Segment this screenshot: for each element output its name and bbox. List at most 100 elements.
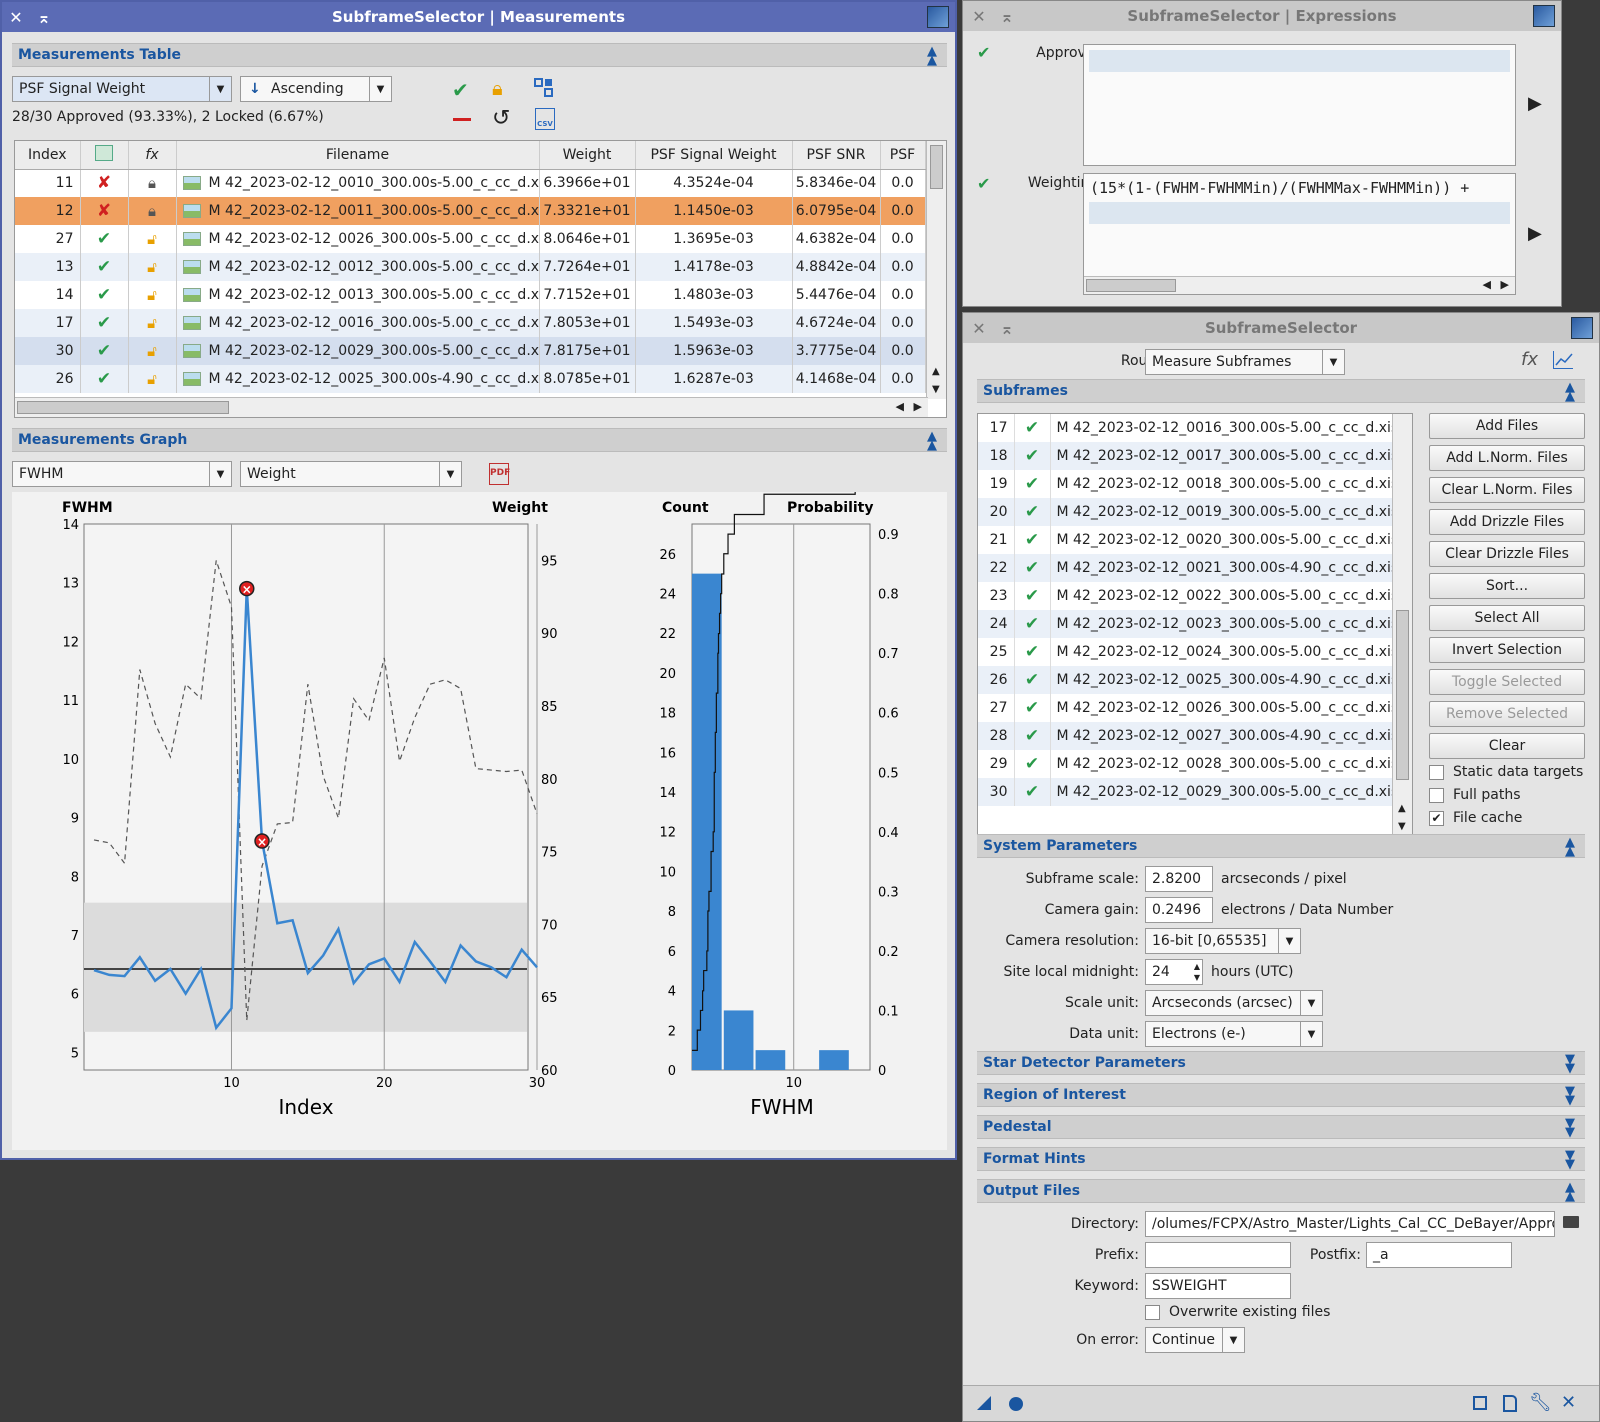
enabled-check-icon[interactable]: ✔ <box>1014 414 1051 442</box>
approved-icon[interactable]: ✔ <box>80 337 129 365</box>
collapse-icon[interactable]: ▲ ▲ <box>1565 1181 1575 1203</box>
on-error-combo[interactable]: Continue ▼ <box>1145 1327 1245 1353</box>
unlock-icon[interactable]: 🔓︎ <box>128 309 177 337</box>
list-item[interactable]: 19 ✔ M 42_2023-02-12_0018_300.00s-5.00_c_c… <box>978 470 1403 498</box>
rejected-icon[interactable]: ✘ <box>80 169 129 197</box>
routine-combo[interactable]: Measure Subframes ▼ <box>1145 349 1345 375</box>
close-icon[interactable]: ✕ <box>969 6 989 26</box>
collapse-icon[interactable]: ▲ ▲ <box>927 45 937 67</box>
table-row[interactable]: 14 ✔ 🔓︎ M 42_2023-02-12_0013_300.00s-5.00_c… <box>15 281 926 309</box>
approved-icon[interactable]: ✔ <box>80 253 129 281</box>
reject-icon[interactable] <box>453 118 471 121</box>
col-psf-snr[interactable]: PSF SNR <box>792 141 881 170</box>
collapse-icon[interactable]: ▲ ▲ <box>1565 836 1575 858</box>
enabled-check-icon[interactable]: ✔ <box>1014 526 1051 554</box>
full-paths-checkbox[interactable] <box>1429 788 1444 803</box>
list-item[interactable]: 28 ✔ M 42_2023-02-12_0027_300.00s-4.90_c_c… <box>978 722 1403 750</box>
clear-lnorm-files-button[interactable]: Clear L.Norm. Files <box>1429 477 1585 503</box>
list-item[interactable]: 21 ✔ M 42_2023-02-12_0020_300.00s-5.00_c_c… <box>978 526 1403 554</box>
weighting-enabled-icon[interactable]: ✔ <box>977 174 990 193</box>
close-icon[interactable]: ✕ <box>969 318 989 338</box>
measurements-titlebar[interactable]: SubframeSelector | Measurements <box>2 2 955 32</box>
list-item[interactable]: 22 ✔ M 42_2023-02-12_0021_300.00s-4.90_c_c… <box>978 554 1403 582</box>
wrench-icon[interactable]: 🔧︎ <box>1529 1392 1552 1413</box>
csv-export-icon[interactable]: CSV <box>535 108 555 130</box>
table-row[interactable]: 11 ✘ 🔒︎ M 42_2023-02-12_0010_300.00s-5.00_c… <box>15 169 926 197</box>
list-item[interactable]: 24 ✔ M 42_2023-02-12_0023_300.00s-5.00_c_c… <box>978 610 1403 638</box>
expressions-titlebar[interactable]: SubframeSelector | Expressions <box>963 1 1561 31</box>
list-item[interactable]: 27 ✔ M 42_2023-02-12_0026_300.00s-5.00_c_c… <box>978 694 1403 722</box>
expand-icon[interactable]: ▼ ▼ <box>1565 1117 1575 1139</box>
invert-selection-button[interactable]: Invert Selection <box>1429 637 1585 663</box>
list-item[interactable]: 26 ✔ M 42_2023-02-12_0025_300.00s-4.90_c_c… <box>978 666 1403 694</box>
list-item[interactable]: 18 ✔ M 42_2023-02-12_0017_300.00s-5.00_c_c… <box>978 442 1403 470</box>
table-row[interactable]: 13 ✔ 🔓︎ M 42_2023-02-12_0012_300.00s-5.00_c… <box>15 253 926 281</box>
graph-x-property-combo[interactable]: FWHM ▼ <box>12 461 232 487</box>
spin-arrows-icon[interactable]: ▲ ▼ <box>1194 961 1200 983</box>
subframes-section[interactable]: Subframes ▲ ▲ <box>977 379 1585 403</box>
documentation-icon[interactable] <box>1503 1395 1517 1412</box>
table-row[interactable]: 30 ✔ 🔓︎ M 42_2023-02-12_0029_300.00s-5.00_c… <box>15 337 926 365</box>
format-hints-section[interactable]: Format Hints ▼ ▼ <box>977 1147 1585 1171</box>
approval-play-icon[interactable]: ▶ <box>1528 93 1542 114</box>
enabled-check-icon[interactable]: ✔ <box>1014 610 1051 638</box>
clear-drizzle-files-button[interactable]: Clear Drizzle Files <box>1429 541 1585 567</box>
list-item[interactable]: 29 ✔ M 42_2023-02-12_0028_300.00s-5.00_c_c… <box>978 750 1403 778</box>
rejected-icon[interactable]: ✘ <box>80 197 129 225</box>
keyword-input[interactable]: SSWEIGHT <box>1145 1273 1291 1299</box>
add-drizzle-files-button[interactable]: Add Drizzle Files <box>1429 509 1585 535</box>
enabled-check-icon[interactable]: ✔ <box>1014 694 1051 722</box>
col-index[interactable]: Index <box>15 141 81 170</box>
col-psf-signal-weight[interactable]: PSF Signal Weight <box>635 141 793 170</box>
enabled-check-icon[interactable]: ✔ <box>1014 722 1051 750</box>
close-icon[interactable]: ✕ <box>6 7 26 27</box>
col-filename[interactable]: Filename <box>176 141 540 170</box>
list-item[interactable]: 20 ✔ M 42_2023-02-12_0019_300.00s-5.00_c_c… <box>978 498 1403 526</box>
approval-enabled-icon[interactable]: ✔ <box>977 43 990 62</box>
clear-button[interactable]: Clear <box>1429 733 1585 759</box>
sort-order-combo[interactable]: ↓ Ascending ▼ <box>240 76 392 102</box>
table-row[interactable]: 27 ✔ 🔓︎ M 42_2023-02-12_0026_300.00s-5.00_c… <box>15 225 926 253</box>
enabled-check-icon[interactable]: ✔ <box>1014 442 1051 470</box>
directory-input[interactable]: /olumes/FCPX/Astro_Master/Lights_Cal_CC_… <box>1145 1211 1555 1237</box>
pedestal-section[interactable]: Pedestal ▼ ▼ <box>977 1115 1585 1139</box>
table-row[interactable]: 12 ✘ 🔒︎ M 42_2023-02-12_0011_300.00s-5.00_c… <box>15 197 926 225</box>
expand-icon[interactable]: ▼ ▼ <box>1565 1085 1575 1107</box>
col-psf[interactable]: PSF <box>880 141 926 170</box>
fwhm-weight-chart[interactable]: 10 20 305678910111213146065707580859095FWH… <box>12 492 572 1150</box>
subframes-scrollbar[interactable]: ▲ ▼ <box>1392 414 1412 836</box>
table-row[interactable]: 26 ✔ 🔓︎ M 42_2023-02-12_0025_300.00s-4.90_c… <box>15 365 926 393</box>
enabled-check-icon[interactable]: ✔ <box>1014 498 1051 526</box>
list-item[interactable]: 25 ✔ M 42_2023-02-12_0024_300.00s-5.00_c_c… <box>978 638 1403 666</box>
overwrite-existing-checkbox[interactable] <box>1145 1305 1160 1320</box>
star-detector-section[interactable]: Star Detector Parameters ▼ ▼ <box>977 1051 1585 1075</box>
enabled-check-icon[interactable]: ✔ <box>1014 666 1051 694</box>
table-row[interactable]: 17 ✔ 🔓︎ M 42_2023-02-12_0016_300.00s-5.00_c… <box>15 309 926 337</box>
horizontal-scrollbar[interactable]: ◀ ▶ <box>15 397 928 417</box>
add-lnorm-files-button[interactable]: Add L.Norm. Files <box>1429 445 1585 471</box>
enabled-check-icon[interactable]: ✔ <box>1014 778 1051 806</box>
add-files-button[interactable]: Add Files <box>1429 413 1585 439</box>
select-all-button[interactable]: Select All <box>1429 605 1585 631</box>
enabled-check-icon[interactable]: ✔ <box>1014 470 1051 498</box>
approved-icon[interactable]: ✔ <box>80 309 129 337</box>
prefix-input[interactable] <box>1145 1242 1291 1268</box>
site-local-midnight-spinbox[interactable]: 24 ▲ ▼ <box>1145 959 1203 985</box>
approval-expression-editor[interactable] <box>1083 44 1516 166</box>
weighting-play-icon[interactable]: ▶ <box>1528 223 1542 244</box>
measurements-graph-section[interactable]: Measurements Graph ▲ ▲ <box>12 428 947 452</box>
list-item[interactable]: 17 ✔ M 42_2023-02-12_0016_300.00s-5.00_c_c… <box>978 414 1403 442</box>
static-data-targets-checkbox[interactable] <box>1429 765 1444 780</box>
subframes-list[interactable]: 17 ✔ M 42_2023-02-12_0016_300.00s-5.00_c_c… <box>977 413 1413 837</box>
col-weight[interactable]: Weight <box>539 141 636 170</box>
col-approved-icon[interactable] <box>80 141 129 170</box>
collapse-icon[interactable]: ▲ ▲ <box>927 430 937 452</box>
col-locked-fx-icon[interactable]: fx <box>128 141 177 170</box>
sort-button[interactable]: Sort... <box>1429 573 1585 599</box>
system-parameters-section[interactable]: System Parameters ▲ ▲ <box>977 834 1585 858</box>
lock-icon[interactable]: 🔒︎ <box>128 197 177 225</box>
approved-icon[interactable]: ✔ <box>80 225 129 253</box>
preview-icon[interactable] <box>1473 1396 1487 1410</box>
expr-hscrollbar[interactable]: ◀ ▶ <box>1084 276 1515 294</box>
approve-icon[interactable]: ✔ <box>452 78 469 102</box>
